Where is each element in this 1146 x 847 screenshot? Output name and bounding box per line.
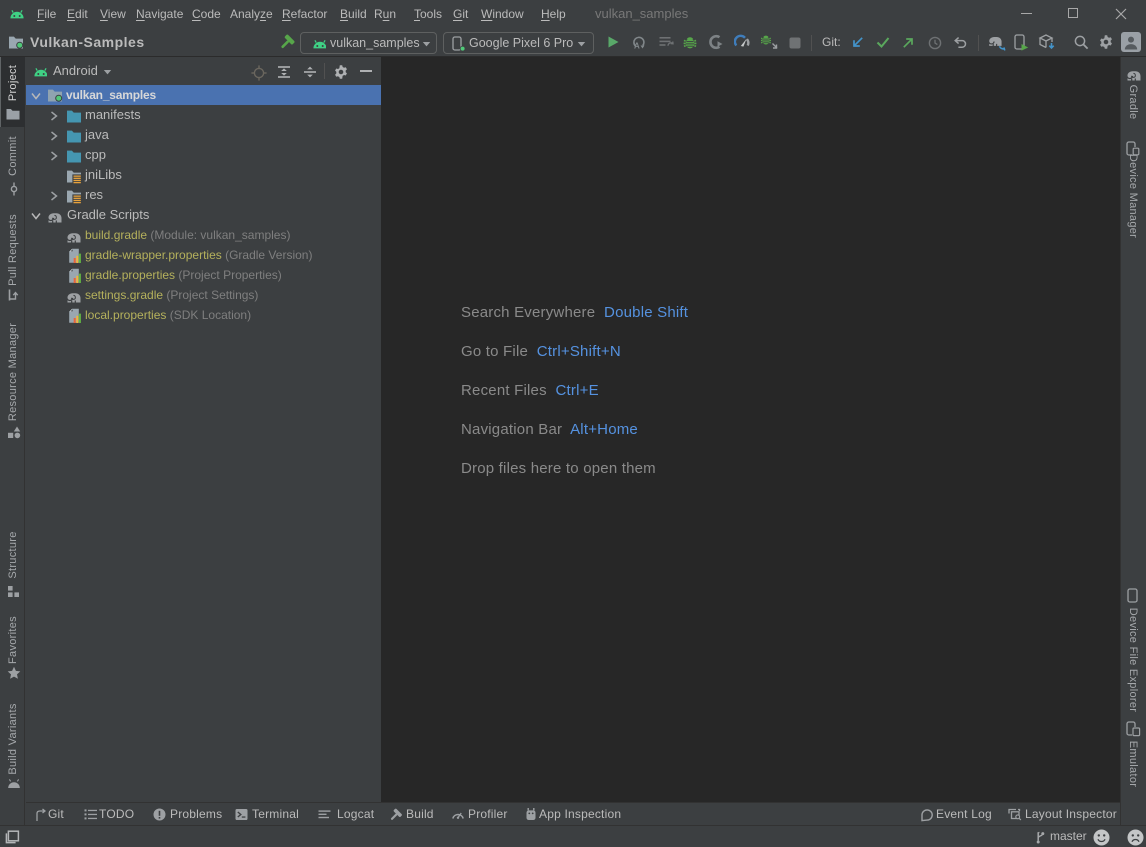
svg-text:A: A: [634, 42, 640, 51]
